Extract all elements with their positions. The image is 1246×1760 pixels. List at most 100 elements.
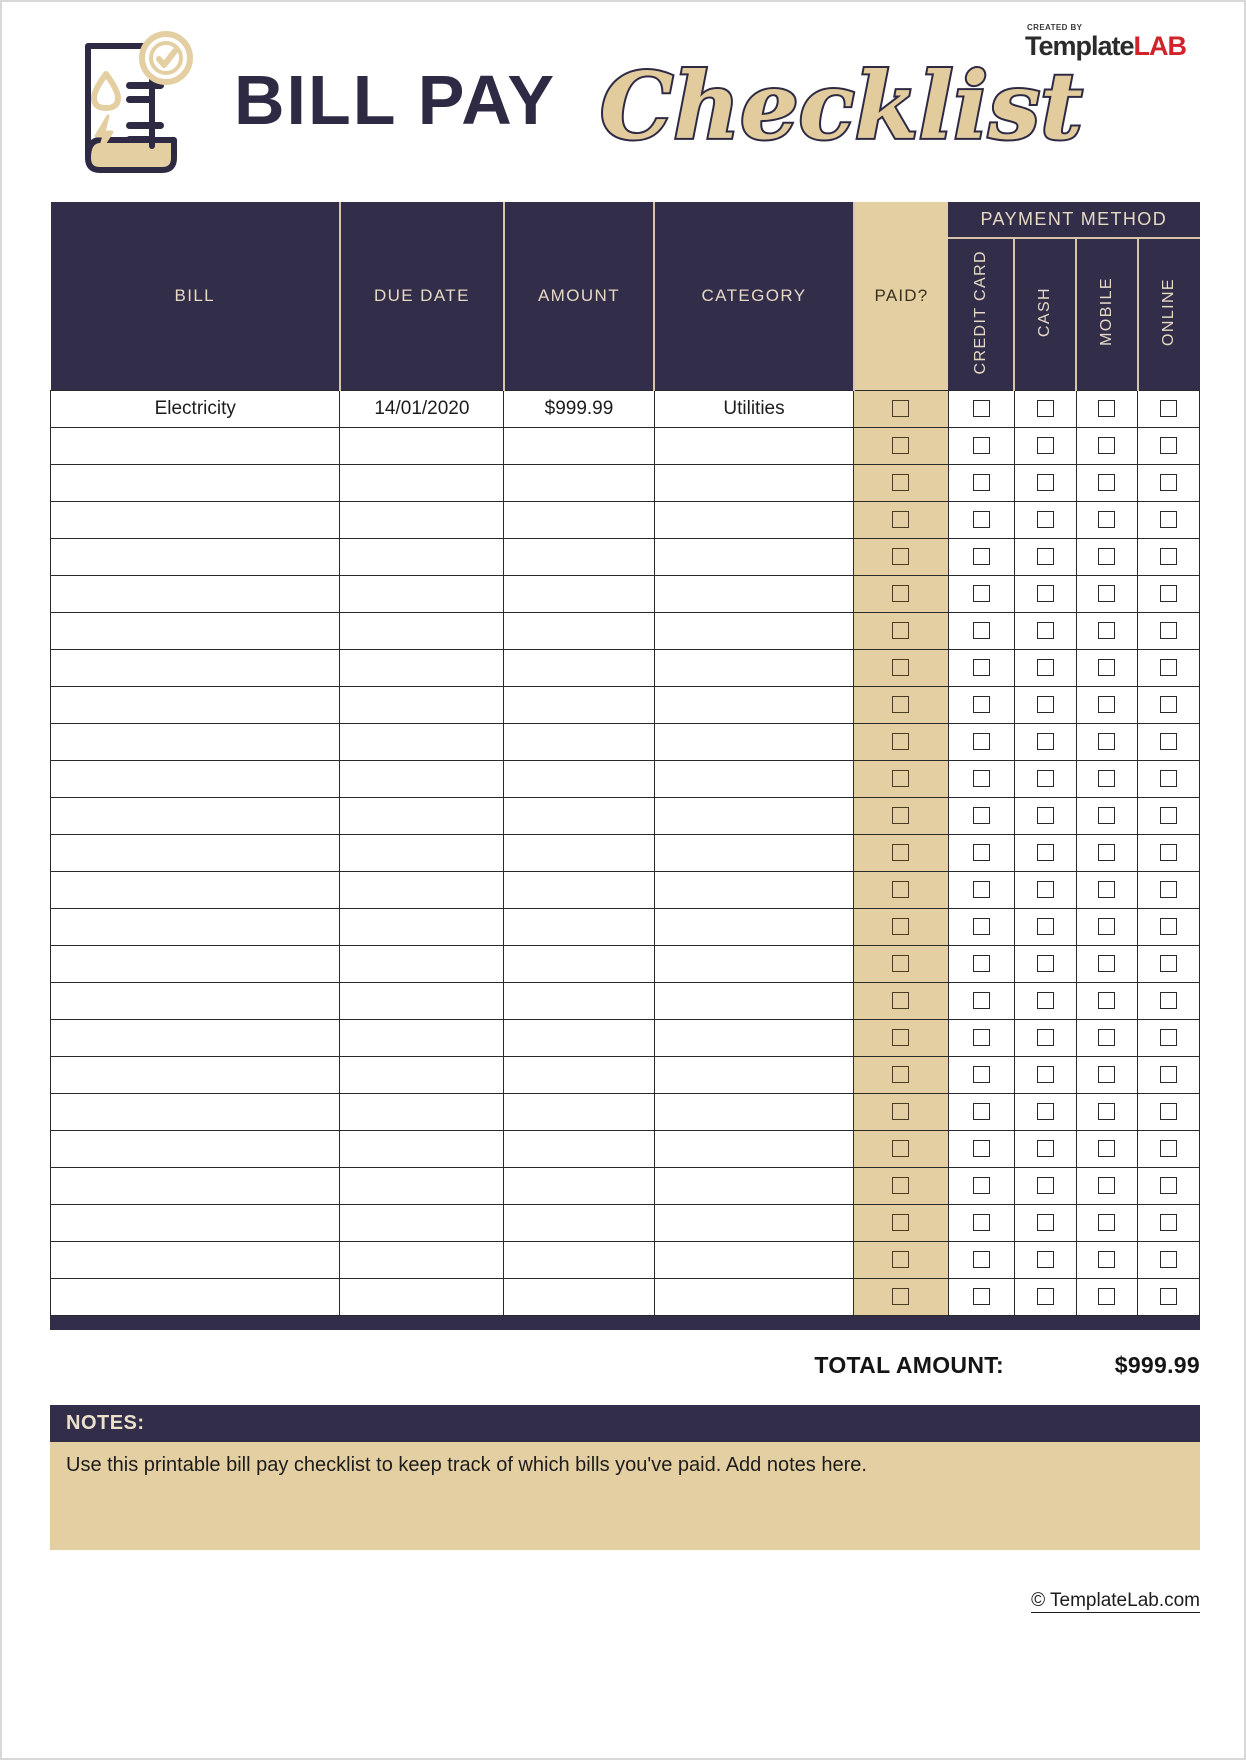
- cell-category[interactable]: Utilities: [653, 389, 855, 428]
- checkbox-cash[interactable]: [1036, 843, 1054, 861]
- checkbox-cash[interactable]: [1036, 621, 1054, 639]
- cell-amount[interactable]: [503, 833, 655, 872]
- cell-due-date[interactable]: [339, 1018, 505, 1057]
- cell-mobile[interactable]: [1075, 833, 1139, 872]
- checkbox-credit-card[interactable]: [972, 1139, 990, 1157]
- cell-mobile[interactable]: [1075, 870, 1139, 909]
- cell-credit-card[interactable]: [947, 685, 1015, 724]
- cell-cash[interactable]: [1013, 981, 1077, 1020]
- cell-bill[interactable]: [49, 1240, 341, 1279]
- cell-bill[interactable]: [49, 611, 341, 650]
- cell-credit-card[interactable]: [947, 796, 1015, 835]
- cell-mobile[interactable]: [1075, 685, 1139, 724]
- cell-due-date[interactable]: [339, 463, 505, 502]
- checkbox-mobile[interactable]: [1098, 843, 1116, 861]
- checkbox-paid[interactable]: [892, 1250, 910, 1268]
- cell-paid[interactable]: [853, 1166, 949, 1205]
- cell-category[interactable]: [653, 796, 855, 835]
- cell-online[interactable]: [1137, 574, 1200, 613]
- checkbox-paid[interactable]: [892, 843, 910, 861]
- checkbox-paid[interactable]: [892, 547, 910, 565]
- checkbox-cash[interactable]: [1036, 436, 1054, 454]
- cell-cash[interactable]: [1013, 944, 1077, 983]
- cell-category[interactable]: [653, 1277, 855, 1316]
- checkbox-mobile[interactable]: [1098, 695, 1116, 713]
- checkbox-credit-card[interactable]: [972, 1102, 990, 1120]
- cell-online[interactable]: [1137, 1277, 1200, 1316]
- cell-mobile[interactable]: [1075, 537, 1139, 576]
- checkbox-online[interactable]: [1160, 991, 1178, 1009]
- cell-bill[interactable]: [49, 537, 341, 576]
- cell-credit-card[interactable]: [947, 1240, 1015, 1279]
- checkbox-mobile[interactable]: [1098, 880, 1116, 898]
- cell-cash[interactable]: [1013, 426, 1077, 465]
- checkbox-paid[interactable]: [892, 1028, 910, 1046]
- checkbox-cash[interactable]: [1036, 658, 1054, 676]
- cell-due-date[interactable]: [339, 611, 505, 650]
- checkbox-credit-card[interactable]: [972, 510, 990, 528]
- cell-cash[interactable]: [1013, 907, 1077, 946]
- cell-due-date[interactable]: [339, 981, 505, 1020]
- cell-category[interactable]: [653, 1055, 855, 1094]
- cell-bill[interactable]: [49, 1129, 341, 1168]
- checkbox-paid[interactable]: [892, 399, 910, 417]
- cell-credit-card[interactable]: [947, 981, 1015, 1020]
- checkbox-online[interactable]: [1160, 695, 1178, 713]
- cell-due-date[interactable]: [339, 1092, 505, 1131]
- checkbox-paid[interactable]: [892, 1065, 910, 1083]
- cell-cash[interactable]: [1013, 1240, 1077, 1279]
- checkbox-mobile[interactable]: [1098, 806, 1116, 824]
- cell-mobile[interactable]: [1075, 981, 1139, 1020]
- cell-online[interactable]: [1137, 1018, 1200, 1057]
- checkbox-cash[interactable]: [1036, 1287, 1054, 1305]
- checkbox-paid[interactable]: [892, 1102, 910, 1120]
- checkbox-credit-card[interactable]: [972, 732, 990, 750]
- cell-amount[interactable]: [503, 1129, 655, 1168]
- checkbox-online[interactable]: [1160, 806, 1178, 824]
- checkbox-paid[interactable]: [892, 769, 910, 787]
- cell-amount[interactable]: [503, 426, 655, 465]
- checkbox-online[interactable]: [1160, 1028, 1178, 1046]
- cell-amount[interactable]: [503, 870, 655, 909]
- checkbox-paid[interactable]: [892, 584, 910, 602]
- cell-cash[interactable]: [1013, 1203, 1077, 1242]
- cell-due-date[interactable]: [339, 1055, 505, 1094]
- checkbox-mobile[interactable]: [1098, 473, 1116, 491]
- cell-category[interactable]: [653, 907, 855, 946]
- cell-due-date[interactable]: [339, 833, 505, 872]
- cell-due-date[interactable]: [339, 870, 505, 909]
- cell-credit-card[interactable]: [947, 1055, 1015, 1094]
- cell-online[interactable]: [1137, 500, 1200, 539]
- cell-paid[interactable]: [853, 1277, 949, 1316]
- cell-category[interactable]: [653, 574, 855, 613]
- cell-credit-card[interactable]: [947, 722, 1015, 761]
- cell-credit-card[interactable]: [947, 907, 1015, 946]
- cell-credit-card[interactable]: [947, 537, 1015, 576]
- cell-amount[interactable]: [503, 574, 655, 613]
- checkbox-online[interactable]: [1160, 1139, 1178, 1157]
- cell-category[interactable]: [653, 611, 855, 650]
- cell-online[interactable]: [1137, 1055, 1200, 1094]
- cell-online[interactable]: [1137, 648, 1200, 687]
- checkbox-paid[interactable]: [892, 991, 910, 1009]
- cell-cash[interactable]: [1013, 722, 1077, 761]
- cell-online[interactable]: [1137, 833, 1200, 872]
- checkbox-mobile[interactable]: [1098, 769, 1116, 787]
- cell-due-date[interactable]: [339, 685, 505, 724]
- checkbox-online[interactable]: [1160, 436, 1178, 454]
- cell-cash[interactable]: [1013, 1129, 1077, 1168]
- cell-due-date[interactable]: 14/01/2020: [339, 389, 505, 428]
- cell-category[interactable]: [653, 426, 855, 465]
- cell-mobile[interactable]: [1075, 611, 1139, 650]
- cell-amount[interactable]: [503, 722, 655, 761]
- cell-cash[interactable]: [1013, 537, 1077, 576]
- checkbox-online[interactable]: [1160, 769, 1178, 787]
- checkbox-online[interactable]: [1160, 621, 1178, 639]
- cell-amount[interactable]: [503, 759, 655, 798]
- cell-bill[interactable]: [49, 981, 341, 1020]
- cell-amount[interactable]: $999.99: [503, 389, 655, 428]
- cell-online[interactable]: [1137, 796, 1200, 835]
- cell-cash[interactable]: [1013, 796, 1077, 835]
- cell-amount[interactable]: [503, 1018, 655, 1057]
- cell-mobile[interactable]: [1075, 759, 1139, 798]
